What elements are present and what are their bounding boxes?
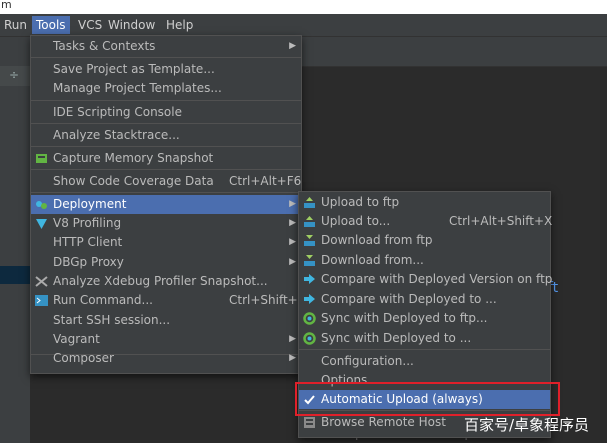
menu-item-label: Manage Project Templates... [53,81,222,95]
window-title-fragment: m [1,0,12,11]
menu-item-label: Upload to... [321,214,391,228]
menu-item-upload-to[interactable]: Upload to... Ctrl+Alt+Shift+X [299,212,553,231]
submenu-arrow-icon: ▶ [289,334,296,344]
upload-icon [303,196,316,209]
download-icon [303,234,316,247]
menu-bar: Run Tools VCS Window Help [0,14,607,37]
menu-run[interactable]: Run [0,16,31,34]
menu-item-label: Run Command... [53,293,153,307]
menu-item-shortcut: Ctrl+Alt+F6 [229,174,302,188]
menu-item-label: Capture Memory Snapshot [53,151,214,165]
menu-item-download-from[interactable]: Download from... [299,251,550,270]
menu-item-sync-with-deployed-to-ftp[interactable]: Sync with Deployed to ftp... [299,309,550,328]
v8-profiling-icon [35,217,48,230]
menu-item-label: Composer [53,351,114,365]
menu-item-save-project-as-template[interactable]: Save Project as Template... [31,60,301,79]
menu-item-http-client[interactable]: HTTP Client ▶ [31,233,301,252]
collapse-icon[interactable]: ÷ [9,68,19,82]
menu-separator [31,169,301,170]
menu-item-compare-with-deployed-to[interactable]: Compare with Deployed to ... [299,290,550,309]
menu-item-analyze-stacktrace[interactable]: Analyze Stacktrace... [31,126,301,145]
memory-snapshot-icon [35,152,48,165]
deployment-icon [35,198,48,211]
menu-item-label: Download from ftp [321,233,433,247]
download-icon [303,254,316,267]
menu-item-analyze-xdebug-profiler-snapshot[interactable]: Analyze Xdebug Profiler Snapshot... [31,272,301,291]
menu-item-vagrant[interactable]: Vagrant ▶ [31,330,301,349]
submenu-arrow-icon: ▶ [289,41,296,51]
menu-item-download-from-ftp[interactable]: Download from ftp [299,231,550,250]
compare-icon [303,293,316,306]
project-panel [0,37,30,443]
submenu-arrow-icon: ▶ [289,218,296,228]
menu-item-start-ssh-session[interactable]: Start SSH session... [31,311,301,330]
compare-icon [303,273,316,286]
menu-item-label: Compare with Deployed to ... [321,292,497,306]
menu-item-label: Sync with Deployed to ... [321,331,472,345]
panel-toolbar[interactable]: ÷ [0,66,30,86]
menu-item-configuration[interactable]: Configuration... [299,352,550,371]
menu-item-label: Save Project as Template... [53,62,215,76]
menu-vcs[interactable]: VCS [74,16,106,34]
menu-item-label: Analyze Xdebug Profiler Snapshot... [53,274,268,288]
menu-item-label: Start SSH session... [53,313,171,327]
menu-separator [31,123,301,124]
menu-item-label: Tasks & Contexts [53,39,156,53]
menu-separator [31,100,301,101]
menu-item-label: Configuration... [321,354,414,368]
menu-item-tasks-contexts[interactable]: Tasks & Contexts ▶ [31,37,301,56]
menu-item-upload-to-ftp[interactable]: Upload to ftp [299,193,550,212]
menu-item-show-code-coverage-data[interactable]: Show Code Coverage Data Ctrl+Alt+F6 [31,172,301,191]
menu-item-shortcut: Ctrl+Alt+Shift+X [449,214,553,228]
menu-item-composer[interactable]: Composer ▶ [31,349,301,368]
menu-help[interactable]: Help [162,16,197,34]
menu-item-label: Compare with Deployed Version on ftp [321,272,553,286]
menu-item-ide-scripting-console[interactable]: IDE Scripting Console [31,103,301,122]
menu-item-label: Download from... [321,253,424,267]
menu-item-sync-with-deployed-to[interactable]: Sync with Deployed to ... [299,329,550,348]
menu-separator [31,192,301,193]
submenu-arrow-icon: ▶ [289,257,296,267]
menu-window[interactable]: Window [104,16,159,34]
menu-separator [31,57,301,58]
menu-item-label: Show Code Coverage Data [53,174,214,188]
menu-item-capture-memory-snapshot[interactable]: Capture Memory Snapshot [31,149,301,168]
menu-item-shortcut: Ctrl+Shift+X [229,293,306,307]
terminal-icon [35,294,48,307]
menu-item-label: Deployment [53,197,127,211]
sync-icon [303,312,316,325]
menu-separator [31,146,301,147]
menu-item-label: Sync with Deployed to ftp... [321,311,488,325]
upload-icon [303,215,316,228]
xdebug-icon [35,275,48,288]
remote-host-icon [303,416,316,429]
menu-item-manage-project-templates[interactable]: Manage Project Templates... [31,79,301,98]
menu-item-compare-with-deployed-version-on-ftp[interactable]: Compare with Deployed Version on ftp [299,270,553,289]
menu-tools[interactable]: Tools [32,16,70,34]
menu-item-label: DBGp Proxy [53,255,124,269]
submenu-arrow-icon: ▶ [289,237,296,247]
menu-item-label: HTTP Client [53,235,123,249]
menu-item-v8-profiling[interactable]: V8 Profiling ▶ [31,214,301,233]
menu-item-run-command[interactable]: Run Command... Ctrl+Shift+X [31,291,306,310]
menu-separator [299,349,550,350]
menu-item-label: Upload to ftp [321,195,400,209]
window-title-strip: m [0,0,607,14]
menu-item-label: V8 Profiling [53,216,122,230]
submenu-arrow-icon: ▶ [289,353,296,363]
watermark-text: 百家号/卓象程序员 [464,416,590,434]
submenu-arrow-icon: ▶ [289,199,296,209]
menu-item-dbgp-proxy[interactable]: DBGp Proxy ▶ [31,253,301,272]
sync-icon [303,332,316,345]
menu-item-label: Vagrant [53,332,100,346]
tools-menu: Tasks & Contexts ▶ Save Project as Templat… [30,35,306,374]
menu-item-label: IDE Scripting Console [53,105,182,119]
menu-item-deployment[interactable]: Deployment ▶ [31,195,301,214]
annotation-highlight-box [295,382,560,416]
menu-item-label: Analyze Stacktrace... [53,128,180,142]
selected-tree-row[interactable] [0,266,30,284]
